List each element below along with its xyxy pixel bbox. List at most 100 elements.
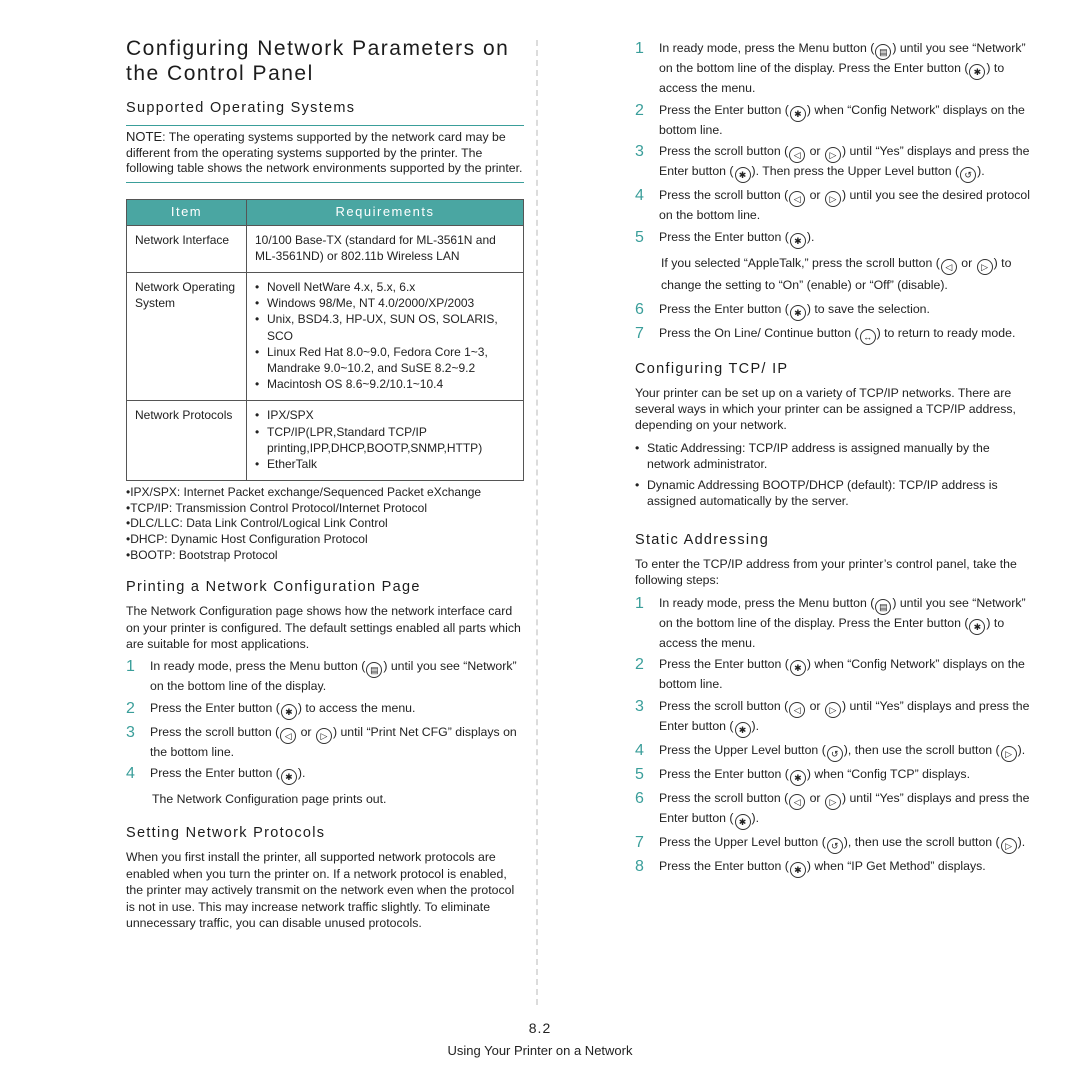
requirement-list: IPX/SPXTCP/IP(LPR,Standard TCP/IP printi… bbox=[255, 407, 517, 472]
step-text: ) when “IP Get Method” displays. bbox=[806, 858, 986, 873]
upper-level-icon: ↺ bbox=[826, 837, 843, 854]
step-text: or bbox=[806, 144, 824, 158]
abbreviation-item: •DHCP: Dynamic Host Configuration Protoc… bbox=[126, 531, 368, 546]
step-body: Press the Enter button (✱) to access the… bbox=[150, 700, 524, 720]
step-number: 6 bbox=[635, 300, 644, 318]
protocol-steps: 1 In ready mode, press the Menu button (▤… bbox=[635, 40, 1035, 249]
step-body: Press the Enter button (✱) when “Config … bbox=[659, 656, 1035, 694]
step-text: Press the Upper Level button ( bbox=[659, 742, 826, 757]
step-text: or bbox=[806, 790, 824, 805]
step-body: Press the scroll button (◁ or ▷) until “… bbox=[659, 143, 1035, 183]
menu-button-icon: ▤ bbox=[366, 662, 383, 679]
chapter-title: Using Your Printer on a Network bbox=[447, 1043, 633, 1058]
abbreviation-item: •IPX/SPX: Internet Packet exchange/Seque… bbox=[126, 485, 482, 500]
upper-level-icon: ↺ bbox=[826, 745, 843, 762]
abbreviation-item: •TCP/IP: Transmission Control Protocol/I… bbox=[126, 500, 427, 515]
step-item: 3 Press the scroll button (◁ or ▷) until … bbox=[635, 698, 1035, 738]
step-body: In ready mode, press the Menu button (▤)… bbox=[150, 658, 524, 696]
step-text: ). bbox=[806, 229, 815, 244]
scroll-right-icon: ▷ bbox=[824, 147, 841, 163]
step-text: ), then use the scroll button ( bbox=[843, 742, 1000, 757]
step-item: 7 Press the On Line/ Continue button (↔) … bbox=[635, 325, 1035, 345]
upper-level-icon: ↺ bbox=[960, 167, 977, 183]
print-config-result: The Network Configuration page prints ou… bbox=[152, 792, 387, 807]
protocol-steps-continued: 6 Press the Enter button (✱) to save the … bbox=[635, 301, 1035, 345]
step-item: 6 Press the scroll button (◁ or ▷) until … bbox=[635, 790, 1035, 830]
step-body: Press the Enter button (✱) when “Config … bbox=[659, 766, 1035, 786]
step-text: ), then use the scroll button ( bbox=[843, 834, 1000, 849]
step-number: 1 bbox=[635, 40, 644, 57]
scroll-right-icon: ▷ bbox=[1000, 745, 1017, 762]
scroll-left-icon: ◁ bbox=[280, 727, 297, 744]
step-item: 1 In ready mode, press the Menu button (▤… bbox=[635, 40, 1035, 98]
step-text: ) to save the selection. bbox=[806, 301, 930, 316]
header-requirements: Requirements bbox=[246, 198, 524, 226]
requirement-item: Windows 98/Me, NT 4.0/2000/XP/2003 bbox=[255, 295, 517, 311]
enter-button-icon: ✱ bbox=[789, 105, 806, 122]
step-text: Press the Enter button ( bbox=[659, 858, 789, 873]
step-text: ). bbox=[1017, 834, 1026, 849]
step-number: 5 bbox=[635, 765, 644, 783]
step-number: 8 bbox=[635, 857, 644, 875]
step-body: Press the Enter button (✱) to save the s… bbox=[659, 301, 1035, 321]
scroll-left-icon: ◁ bbox=[789, 191, 806, 207]
abbreviation-list: •IPX/SPX: Internet Packet exchange/Seque… bbox=[126, 485, 524, 563]
step-text: In ready mode, press the Menu button ( bbox=[659, 41, 875, 55]
step-text: Press the scroll button ( bbox=[150, 724, 280, 739]
tcpip-bullets: • Static Addressing: TCP/IP address is as… bbox=[635, 440, 1035, 510]
static-steps: 1 In ready mode, press the Menu button (▤… bbox=[635, 595, 1035, 878]
step-item: 2 Press the Enter button (✱) to access th… bbox=[126, 700, 524, 720]
tcpip-intro: Your printer can be set up on a variety … bbox=[635, 385, 1016, 433]
enter-button-icon: ✱ bbox=[789, 232, 806, 249]
step-number: 3 bbox=[635, 143, 644, 160]
step-text: ). bbox=[751, 718, 760, 733]
requirement-item: EtherTalk bbox=[255, 456, 517, 472]
step-body: Press the scroll button (◁ or ▷) until “… bbox=[150, 724, 524, 762]
step-number: 6 bbox=[635, 789, 644, 807]
bullet-dot: • bbox=[635, 440, 640, 455]
step-text: ) to access the menu. bbox=[297, 700, 416, 715]
requirements-table: Item Requirements Network Interface 10/10… bbox=[126, 198, 524, 482]
requirement-item: Linux Red Hat 8.0~9.0, Fedora Core 1~3, … bbox=[255, 344, 517, 376]
set-protocols-text: When you first install the printer, all … bbox=[126, 850, 515, 930]
step-text: Press the Enter button ( bbox=[659, 766, 789, 781]
set-protocols-heading: Setting Network Protocols bbox=[126, 825, 326, 842]
step-text: or bbox=[806, 188, 824, 202]
step-item: 2 Press the Enter button (✱) when “Config… bbox=[635, 656, 1035, 694]
requirement-list: Novell NetWare 4.x, 5.x, 6.xWindows 98/M… bbox=[255, 279, 517, 393]
requirement-item: Novell NetWare 4.x, 5.x, 6.x bbox=[255, 279, 517, 295]
left-column: Configuring Network Parameters on the Co… bbox=[126, 36, 524, 931]
step-item: 5 Press the Enter button (✱) when “Config… bbox=[635, 766, 1035, 786]
scroll-right-icon: ▷ bbox=[824, 701, 841, 718]
scroll-right-icon: ▷ bbox=[1000, 837, 1017, 854]
step-item: 4 Press the scroll button (◁ or ▷) until … bbox=[635, 187, 1035, 225]
step-text: If you selected “AppleTalk,” press the s… bbox=[661, 255, 940, 270]
step-text: Press the Upper Level button ( bbox=[659, 834, 826, 849]
scroll-left-icon: ◁ bbox=[789, 701, 806, 718]
step-number: 4 bbox=[126, 765, 135, 783]
requirement-item: TCP/IP(LPR,Standard TCP/IP printing,IPP,… bbox=[255, 424, 517, 456]
scroll-left-icon: ◁ bbox=[789, 147, 806, 163]
step-body: In ready mode, press the Menu button (▤)… bbox=[659, 595, 1035, 653]
right-column: 1 In ready mode, press the Menu button (▤… bbox=[635, 40, 1035, 882]
menu-button-icon: ▤ bbox=[875, 44, 892, 60]
step-text: Press the scroll button ( bbox=[659, 144, 789, 158]
enter-button-icon: ✱ bbox=[734, 813, 751, 830]
abbreviation-item: •DLC/LLC: Data Link Control/Logical Link… bbox=[126, 516, 388, 531]
step-text: ) when “Config TCP” displays. bbox=[806, 766, 970, 781]
abbreviation-item: •BOOTP: Bootstrap Protocol bbox=[126, 547, 278, 562]
step-number: 1 bbox=[635, 594, 644, 612]
step-item: 2 Press the Enter button (✱) when “Config… bbox=[635, 102, 1035, 140]
step-text: Press the scroll button ( bbox=[659, 188, 789, 202]
step-number: 5 bbox=[635, 228, 644, 246]
step-text: Press the scroll button ( bbox=[659, 698, 789, 713]
requirements-cell: 10/100 Base-TX (standard for ML-3561N an… bbox=[246, 224, 524, 273]
note-label: NOTE bbox=[126, 129, 163, 144]
header-item: Item bbox=[126, 198, 247, 226]
step-text: In ready mode, press the Menu button ( bbox=[150, 659, 366, 674]
step-number: 7 bbox=[635, 324, 644, 342]
step-text: ). Then press the Upper Level button ( bbox=[751, 164, 960, 178]
step-text: ) to return to ready mode. bbox=[876, 325, 1016, 340]
enter-button-icon: ✱ bbox=[734, 167, 751, 183]
step-body: Press the Enter button (✱). bbox=[150, 765, 524, 786]
